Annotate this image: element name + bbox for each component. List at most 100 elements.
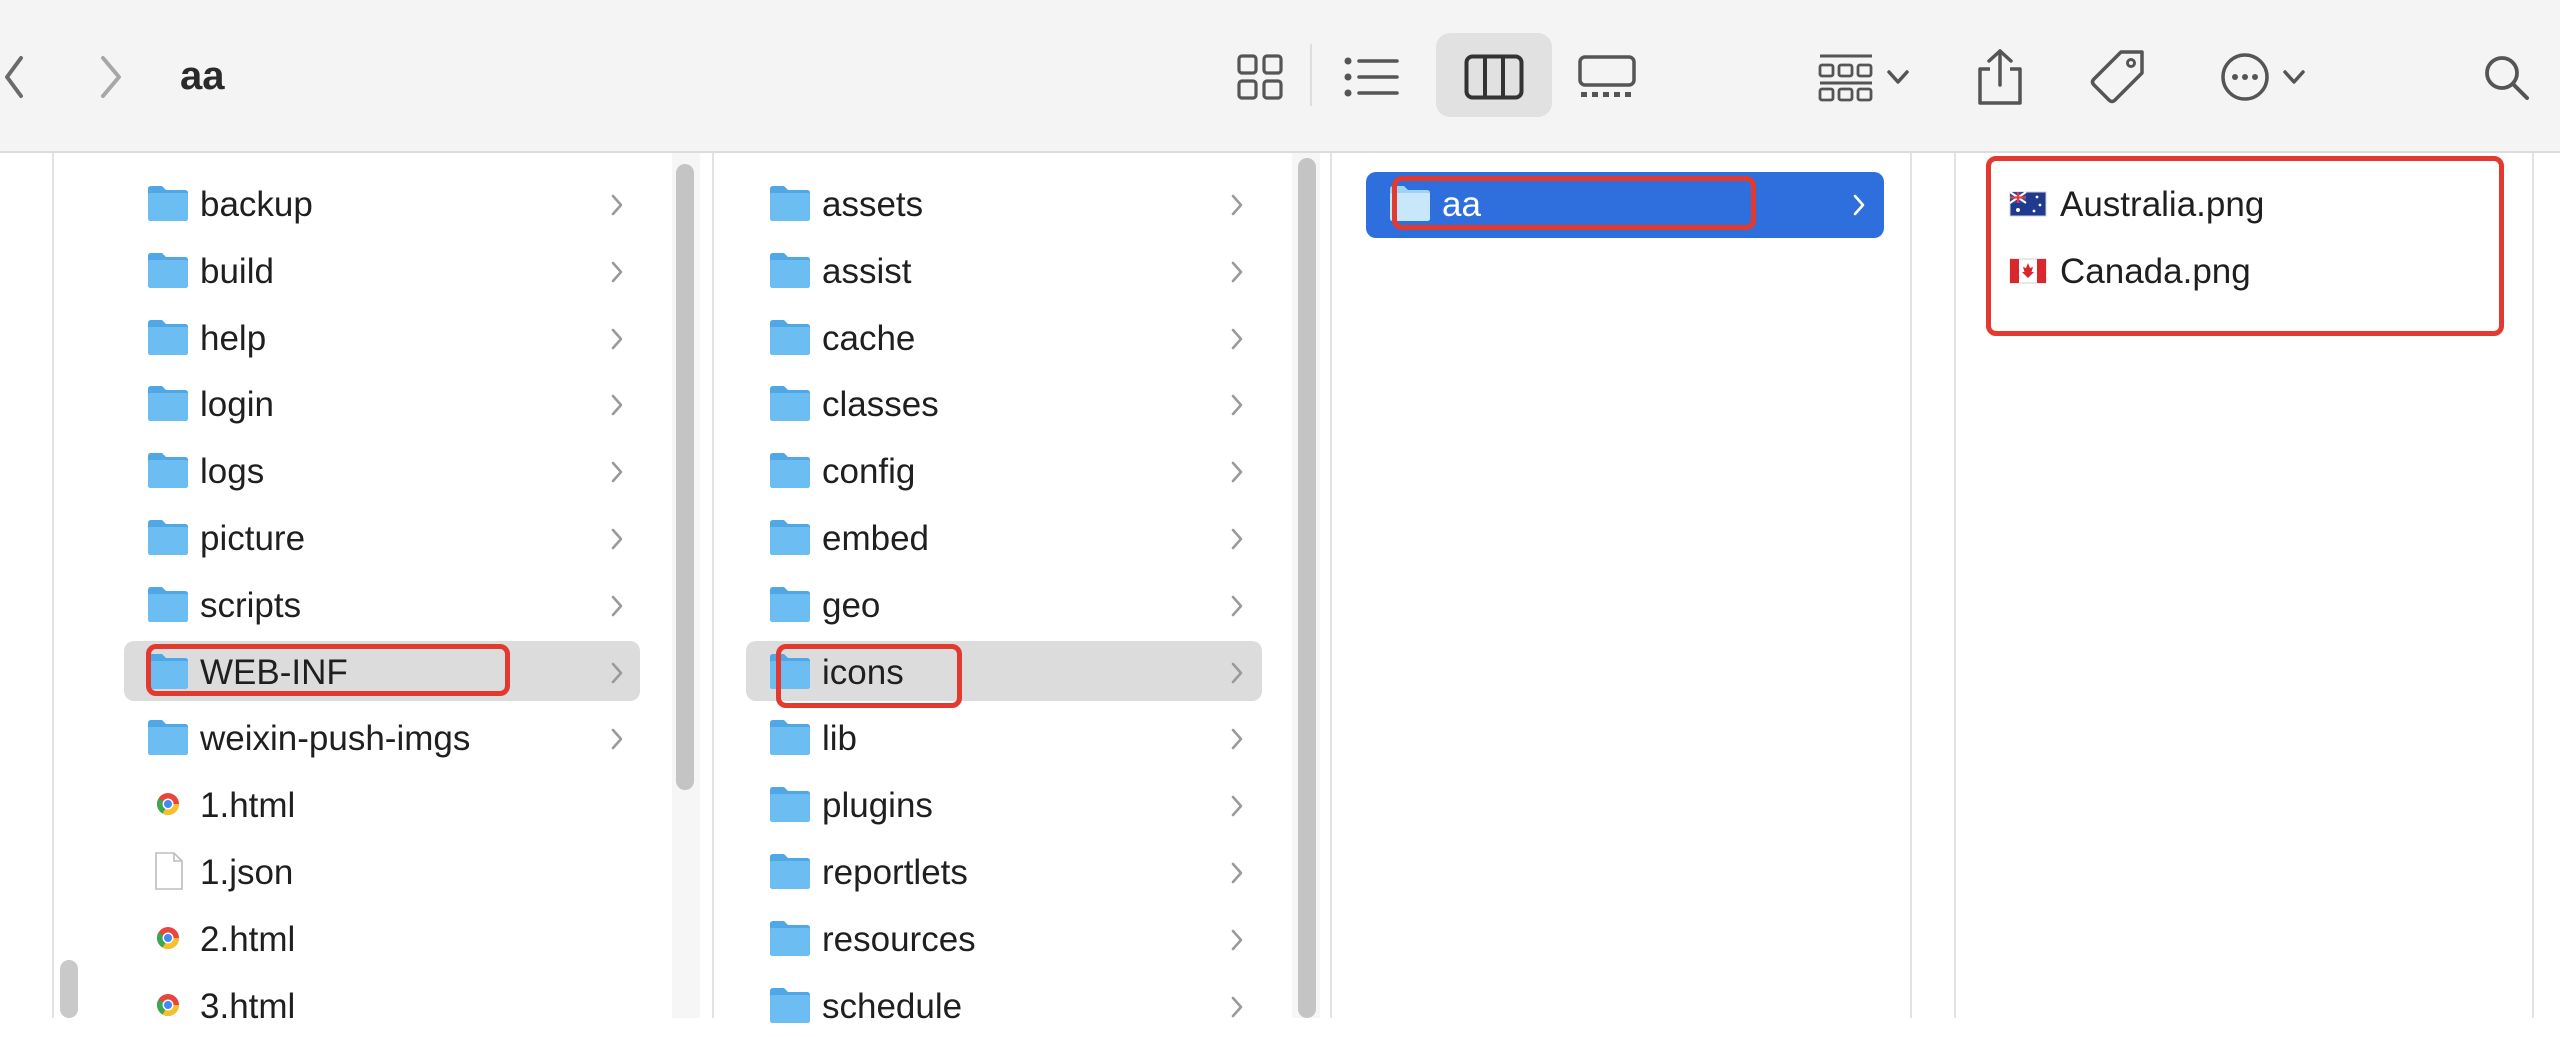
chevron-right-icon [1231, 194, 1243, 216]
row-label: assets [822, 185, 924, 224]
folder-row[interactable]: picture [146, 509, 630, 569]
folder-row[interactable]: plugins [768, 776, 1250, 836]
annotation-box-web-inf [146, 644, 510, 696]
folder-row[interactable]: resources [768, 910, 1250, 970]
row-label: scripts [200, 586, 302, 625]
folder-row[interactable]: backup [146, 175, 630, 235]
row-label: geo [822, 586, 881, 625]
folder-row[interactable]: classes [768, 375, 1250, 435]
chevron-right-icon [611, 595, 623, 617]
chevron-right-icon [611, 194, 623, 216]
folder-row[interactable]: embed [768, 509, 1250, 569]
row-icon [768, 717, 812, 757]
folder-row[interactable]: scripts [146, 576, 630, 636]
disclosure-chevron [1230, 977, 1244, 1037]
search-icon [2485, 55, 2529, 100]
chevron-down-icon [2283, 69, 2305, 84]
row-icon [768, 918, 812, 958]
row-label: resources [822, 920, 976, 959]
scrollbar-thumb[interactable] [1298, 158, 1316, 1018]
folder-icon [770, 921, 810, 956]
folder-row[interactable]: config [768, 442, 1250, 502]
chevron-right-icon [1231, 795, 1243, 817]
column-view-button[interactable] [1436, 0, 1552, 153]
chevron-right-icon [611, 662, 623, 684]
gallery-view-icon [1578, 54, 1636, 97]
disclosure-chevron [1230, 309, 1244, 369]
chevron-right-icon [1231, 261, 1243, 283]
group-icon [1818, 54, 1873, 101]
disclosure-chevron [610, 576, 624, 636]
file-row[interactable]: 2.html [146, 910, 630, 970]
folder-row[interactable]: build [146, 242, 630, 302]
search-button[interactable] [2476, 0, 2536, 153]
annotation-box-icons [776, 644, 962, 708]
row-icon [768, 517, 812, 557]
forward-button[interactable] [85, 0, 135, 153]
chevron-right-icon [611, 261, 623, 283]
disclosure-chevron [1230, 442, 1244, 502]
row-icon [146, 784, 190, 824]
folder-row[interactable]: logs [146, 442, 630, 502]
folder-row[interactable]: schedule [768, 977, 1250, 1037]
chevron-right-icon [611, 328, 623, 350]
folder-row[interactable]: assets [768, 175, 1250, 235]
disclosure-chevron [610, 509, 624, 569]
document-file-icon [155, 852, 183, 890]
icon-view-button[interactable] [1228, 0, 1292, 153]
folder-icon [770, 720, 810, 755]
folder-icon [770, 587, 810, 622]
folder-icon [770, 787, 810, 822]
file-row[interactable]: 3.html [146, 977, 630, 1037]
column-border [1330, 153, 1332, 1018]
folder-row[interactable]: lib [768, 709, 1250, 769]
file-row[interactable]: 1.html [146, 776, 630, 836]
chevron-right-icon [1231, 394, 1243, 416]
folder-row[interactable]: cache [768, 309, 1250, 369]
chrome-html-file-icon [157, 793, 179, 815]
row-icon [146, 317, 190, 357]
row-label: backup [200, 185, 313, 224]
folder-row[interactable]: geo [768, 576, 1250, 636]
chrome-html-file-icon [157, 927, 179, 949]
column-border [52, 153, 54, 1018]
disclosure-chevron [610, 242, 624, 302]
row-label: picture [200, 519, 306, 558]
disclosure-chevron [1230, 175, 1244, 235]
folder-row[interactable]: help [146, 309, 630, 369]
scrollbar-thumb[interactable] [60, 960, 78, 1018]
share-icon [1978, 48, 2022, 105]
disclosure-chevron [610, 442, 624, 502]
folder-row[interactable]: assist [768, 242, 1250, 302]
folder-row[interactable]: login [146, 375, 630, 435]
disclosure-chevron [610, 709, 624, 769]
disclosure-chevron [1230, 576, 1244, 636]
row-label: lib [822, 719, 858, 758]
column-border [2532, 153, 2534, 1018]
scrollbar-thumb[interactable] [676, 164, 694, 790]
row-label: plugins [822, 786, 933, 825]
row-icon [768, 450, 812, 490]
folder-row[interactable]: reportlets [768, 843, 1250, 903]
chevron-left-icon [5, 55, 23, 98]
chevron-down-icon [1887, 69, 1909, 84]
chevron-right-icon [611, 728, 623, 750]
gallery-view-button[interactable] [1572, 0, 1642, 153]
folder-icon [148, 186, 188, 221]
folder-icon [148, 320, 188, 355]
row-icon [146, 517, 190, 557]
tag-button[interactable] [2084, 0, 2150, 153]
group-button[interactable] [1804, 0, 1924, 153]
more-button[interactable] [2208, 0, 2318, 153]
list-view-button[interactable] [1338, 0, 1404, 153]
disclosure-chevron [610, 643, 624, 703]
back-button[interactable] [0, 0, 30, 153]
chrome-html-file-icon [157, 994, 179, 1016]
folder-row[interactable]: weixin-push-imgs [146, 709, 630, 769]
chevron-right-icon [1231, 328, 1243, 350]
file-row[interactable]: 1.json [146, 843, 630, 903]
row-icon [768, 383, 812, 423]
disclosure-chevron [1230, 843, 1244, 903]
share-button[interactable] [1970, 0, 2030, 153]
disclosure-chevron [1230, 643, 1244, 703]
